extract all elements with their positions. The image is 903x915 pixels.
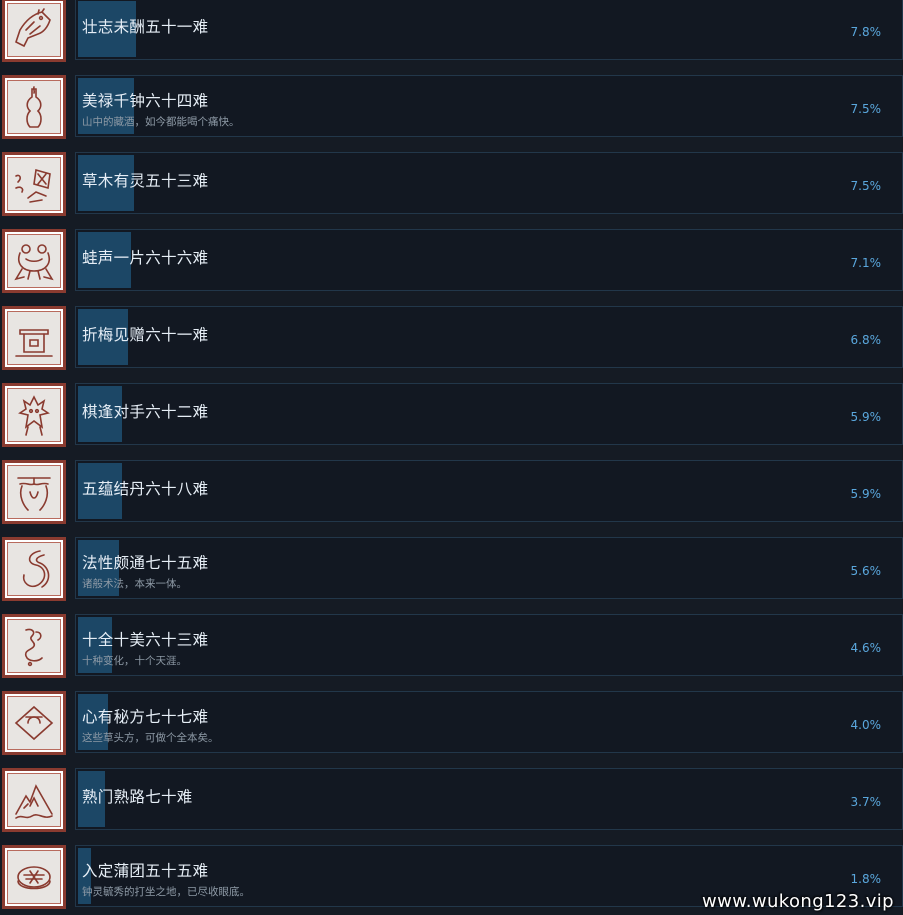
swirl-icon — [22, 550, 50, 588]
achievement-icon-frame — [2, 229, 66, 293]
mountain-icon — [15, 784, 53, 819]
achievement-percent: 3.7% — [850, 795, 882, 809]
achievement-row[interactable]: 十全十美六十三难 十种变化，十个天涯。 4.6% — [0, 614, 903, 680]
achievement-row[interactable]: 熟门熟路七十难 3.7% — [0, 768, 903, 834]
achievement-icon-frame — [2, 383, 66, 447]
achievement-percent: 1.8% — [850, 872, 882, 886]
recipe-cloth-icon — [14, 705, 54, 741]
achievement-icon-frame — [2, 75, 66, 139]
progress-bar: 草木有灵五十三难 7.5% — [75, 152, 903, 214]
achievement-title: 草木有灵五十三难 — [82, 172, 209, 190]
achievement-percent: 7.5% — [850, 102, 882, 116]
achievement-title: 折梅见赠六十一难 — [82, 326, 209, 344]
progress-bar: 壮志未酬五十一难 7.8% — [75, 0, 903, 60]
achievement-title: 蛙声一片六十六难 — [82, 249, 209, 267]
achievement-title: 入定蒲团五十五难 — [82, 862, 209, 880]
achievement-title: 熟门熟路七十难 — [82, 788, 193, 806]
progress-bar: 折梅见赠六十一难 6.8% — [75, 306, 903, 368]
achievement-title: 法性颇通七十五难 — [82, 554, 209, 572]
achievement-icon-frame — [2, 768, 66, 832]
achievement-title: 十全十美六十三难 — [82, 631, 209, 649]
achievement-percent: 5.9% — [850, 410, 882, 424]
cushion-icon — [17, 866, 51, 890]
achievement-title: 美禄千钟六十四难 — [82, 92, 209, 110]
achievement-row[interactable]: 美禄千钟六十四难 山中的藏酒，如今都能喝个痛快。 7.5% — [0, 75, 903, 141]
achievement-percent: 7.8% — [850, 25, 882, 39]
achievement-title: 壮志未酬五十一难 — [82, 18, 209, 36]
achievement-desc: 山中的藏酒，如今都能喝个痛快。 — [82, 116, 240, 128]
achievement-percent: 6.8% — [850, 333, 882, 347]
achievement-desc: 十种变化，十个天涯。 — [82, 655, 187, 667]
achievement-percent: 5.9% — [850, 487, 882, 501]
achievement-desc: 诸般术法，本来一体。 — [82, 578, 187, 590]
progress-bar: 棋逢对手六十二难 5.9% — [75, 383, 903, 445]
progress-bar: 心有秘方七十七难 这些草头方，可做个全本矣。 4.0% — [75, 691, 903, 753]
achievement-row[interactable]: 法性颇通七十五难 诸般术法，本来一体。 5.6% — [0, 537, 903, 603]
horse-head-icon — [15, 8, 51, 48]
plants-icon — [15, 168, 51, 203]
achievement-row[interactable]: 心有秘方七十七难 这些草头方，可做个全本矣。 4.0% — [0, 691, 903, 757]
achievement-row[interactable]: 折梅见赠六十一难 6.8% — [0, 306, 903, 372]
achievement-percent: 4.0% — [850, 718, 882, 732]
achievement-title: 心有秘方七十七难 — [82, 708, 209, 726]
achievement-icon-frame — [2, 845, 66, 909]
achievement-percent: 4.6% — [850, 641, 882, 655]
smoke-icon — [24, 628, 43, 667]
achievement-icon-frame — [2, 460, 66, 524]
demon-figure-icon — [18, 395, 50, 436]
progress-bar: 五蕴结丹六十八难 5.9% — [75, 460, 903, 522]
achievement-desc: 这些草头方，可做个全本矣。 — [82, 732, 219, 744]
achievement-icon-frame — [2, 0, 66, 62]
wine-bottle-icon — [26, 86, 42, 128]
achievement-percent: 5.6% — [850, 564, 882, 578]
progress-bar: 熟门熟路七十难 3.7% — [75, 768, 903, 830]
achievement-row[interactable]: 蛙声一片六十六难 7.1% — [0, 229, 903, 295]
achievement-icon-frame — [2, 691, 66, 755]
achievement-percent: 7.1% — [850, 256, 882, 270]
achievement-icon-frame — [2, 152, 66, 216]
progress-bar: 蛙声一片六十六难 7.1% — [75, 229, 903, 291]
progress-bar: 美禄千钟六十四难 山中的藏酒，如今都能喝个痛快。 7.5% — [75, 75, 903, 137]
achievement-row[interactable]: 棋逢对手六十二难 5.9% — [0, 383, 903, 449]
achievement-row[interactable]: 壮志未酬五十一难 7.8% — [0, 0, 903, 64]
progress-bar: 法性颇通七十五难 诸般术法，本来一体。 5.6% — [75, 537, 903, 599]
achievement-row[interactable]: 五蕴结丹六十八难 5.9% — [0, 460, 903, 526]
achievement-percent: 7.5% — [850, 179, 882, 193]
achievement-desc: 钟灵毓秀的打坐之地，已尽收眼底。 — [82, 886, 250, 898]
achievement-row[interactable]: 草木有灵五十三难 7.5% — [0, 152, 903, 218]
watermark-text: www.wukong123.vip — [702, 891, 894, 912]
achievement-icon-frame — [2, 537, 66, 601]
achievement-list: 壮志未酬五十一难 7.8% 美禄千钟六十四难 山中的藏酒，如今都能喝个痛快。 7… — [0, 0, 903, 915]
elder-face-icon — [17, 477, 51, 511]
achievement-title: 棋逢对手六十二难 — [82, 403, 209, 421]
achievement-icon-frame — [2, 614, 66, 678]
house-icon — [15, 329, 53, 357]
achievement-title: 五蕴结丹六十八难 — [82, 480, 209, 498]
progress-bar: 十全十美六十三难 十种变化，十个天涯。 4.6% — [75, 614, 903, 676]
achievement-icon-frame — [2, 306, 66, 370]
frog-icon — [14, 244, 54, 281]
